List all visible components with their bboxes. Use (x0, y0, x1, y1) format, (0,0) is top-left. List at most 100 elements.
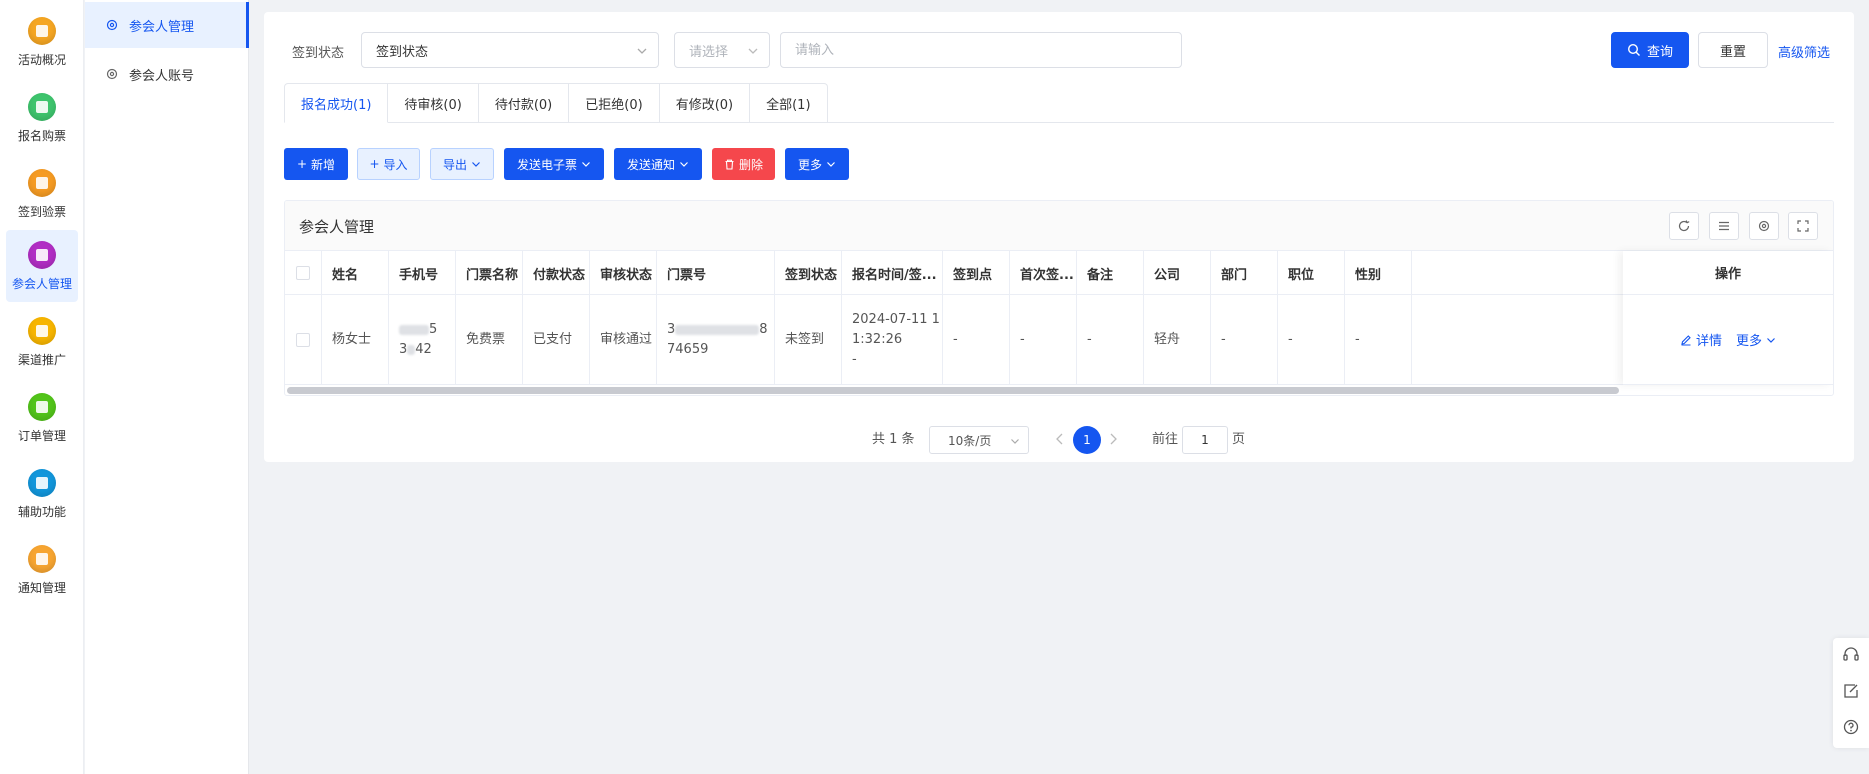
prev-page-icon[interactable] (1054, 432, 1066, 446)
rail-label: 活动概况 (17, 52, 66, 67)
checkin-status-select[interactable]: 签到状态 (361, 32, 659, 68)
table-header-bar: 参会人管理 (285, 201, 1833, 251)
column-header[interactable]: 首次签... (1010, 251, 1077, 295)
rail-item-tools[interactable]: 辅助功能 (6, 458, 78, 530)
send-notice-button[interactable]: 发送通知 (614, 148, 702, 180)
sub-sidebar: 参会人管理 参会人账号 (85, 0, 249, 774)
add-button[interactable]: + 新增 (284, 148, 348, 180)
horizontal-scrollbar[interactable] (287, 387, 1619, 394)
rail-item-attendees[interactable]: 参会人管理 (6, 230, 78, 302)
total-count: 共 1 条 (872, 432, 915, 447)
density-button[interactable] (1709, 212, 1739, 240)
more-button[interactable]: 更多 (785, 148, 849, 180)
select-all-checkbox[interactable] (296, 266, 310, 280)
tab-rejected[interactable]: 已拒绝(0) (569, 83, 660, 123)
column-header[interactable]: 公司 (1144, 251, 1211, 295)
page-size-select[interactable]: 10条/页 (929, 426, 1029, 454)
refresh-button[interactable] (1669, 212, 1699, 240)
cell-name: 杨女士 (322, 295, 389, 385)
feedback-icon[interactable] (1842, 682, 1860, 700)
column-header[interactable]: 付款状态 (523, 251, 590, 295)
help-icon[interactable] (1842, 718, 1860, 736)
delete-button[interactable]: 删除 (712, 148, 775, 180)
reg-time-line: 1:32:26 (852, 332, 903, 347)
rail-item-notify[interactable]: 通知管理 (6, 534, 78, 606)
search-button[interactable]: 查询 (1611, 32, 1689, 68)
detail-link[interactable]: 详情 (1680, 330, 1722, 349)
search-label: 查询 (1646, 44, 1673, 60)
rail-item-overview[interactable]: 活动概况 (6, 6, 78, 78)
rail-item-checkin[interactable]: 签到验票 (6, 158, 78, 230)
plus-icon: + (296, 157, 308, 171)
app-rail: 活动概况 报名购票 签到验票 参会人管理 渠道推广 订单管理 辅助功能 通知管理 (0, 0, 84, 774)
column-header[interactable]: 门票号 (657, 251, 775, 295)
tools-icon (28, 468, 56, 497)
channel-icon (28, 316, 56, 345)
floating-toolbar (1833, 638, 1869, 748)
keyword-input[interactable] (780, 32, 1182, 68)
table-row[interactable]: 杨女士 5 3 42 免费票 已支付 审核通过 3 8 74659 未签到 2024… (285, 295, 1833, 385)
column-header[interactable]: 签到点 (943, 251, 1010, 295)
select-placeholder: 请选择 (689, 44, 729, 60)
rail-label: 订单管理 (17, 428, 66, 443)
send-eticket-button[interactable]: 发送电子票 (504, 148, 604, 180)
column-header[interactable]: 性别 (1345, 251, 1412, 295)
goto-prefix: 前往 (1152, 432, 1179, 447)
column-header[interactable]: 备注 (1077, 251, 1144, 295)
page-number-current[interactable]: 1 (1073, 426, 1101, 454)
plus-icon: + (369, 157, 380, 171)
goto-page-input[interactable] (1182, 426, 1228, 454)
column-header[interactable]: 手机号 (389, 251, 456, 295)
search-icon (1627, 43, 1640, 56)
tab-registered[interactable]: 报名成功(1) (284, 83, 389, 123)
cell-phone-part: 42 (415, 342, 432, 357)
reset-button[interactable]: 重置 (1698, 32, 1768, 68)
column-header[interactable]: 门票名称 (456, 251, 523, 295)
cell-remark: - (1077, 295, 1144, 385)
tab-all[interactable]: 全部(1) (750, 83, 828, 123)
column-header[interactable]: 部门 (1211, 251, 1278, 295)
field-type-select[interactable]: 请选择 (674, 32, 770, 68)
rail-item-channel[interactable]: 渠道推广 (6, 306, 78, 378)
column-header[interactable]: 签到状态 (775, 251, 842, 295)
headset-icon[interactable] (1842, 646, 1860, 664)
column-header[interactable]: 职位 (1278, 251, 1345, 295)
select-value: 签到状态 (376, 44, 429, 60)
reg-time-line: - (852, 352, 857, 367)
send-eticket-label: 发送电子票 (516, 157, 577, 172)
column-header[interactable]: 姓名 (322, 251, 389, 295)
fullscreen-button[interactable] (1788, 212, 1818, 240)
advanced-filter-link[interactable]: 高级筛选 (1778, 42, 1830, 61)
tab-pending-review[interactable]: 待审核(0) (388, 83, 479, 123)
filter-label: 签到状态 (292, 46, 345, 61)
gear-icon (106, 68, 118, 80)
cell-ticket-number: 3 8 74659 (657, 295, 775, 385)
action-cell: 详情 更多 (1623, 295, 1833, 385)
export-button[interactable]: 导出 (430, 148, 494, 180)
cell-position: - (1278, 295, 1345, 385)
subnav-label: 参会人账号 (129, 68, 195, 84)
column-header[interactable]: 审核状态 (590, 251, 657, 295)
subnav-label: 参会人管理 (129, 19, 195, 35)
export-label: 导出 (442, 157, 467, 172)
row-checkbox[interactable] (296, 333, 310, 347)
rail-label: 通知管理 (17, 580, 66, 595)
more-label: 更多 (797, 157, 822, 172)
row-more-label: 更多 (1736, 334, 1763, 349)
column-header[interactable]: 报名时间/签... (842, 251, 943, 295)
rail-item-registration[interactable]: 报名购票 (6, 82, 78, 154)
import-button[interactable]: + 导入 (357, 148, 420, 180)
subnav-item-attendee-account[interactable]: 参会人账号 (85, 51, 249, 97)
subnav-item-attendee-mgmt[interactable]: 参会人管理 (85, 2, 249, 48)
tab-pending-payment[interactable]: 待付款(0) (478, 83, 570, 123)
tab-modified[interactable]: 有修改(0) (659, 83, 751, 123)
add-label: 新增 (311, 157, 336, 172)
row-more-link[interactable]: 更多 (1736, 330, 1776, 349)
next-page-icon[interactable] (1107, 432, 1119, 446)
action-column: 操作 详情 更多 (1623, 251, 1833, 385)
column-settings-button[interactable] (1749, 212, 1779, 240)
cell-phone-part: 5 (429, 322, 438, 337)
refresh-icon (1678, 220, 1690, 232)
cell-checkin-point: - (943, 295, 1010, 385)
rail-item-orders[interactable]: 订单管理 (6, 382, 78, 454)
